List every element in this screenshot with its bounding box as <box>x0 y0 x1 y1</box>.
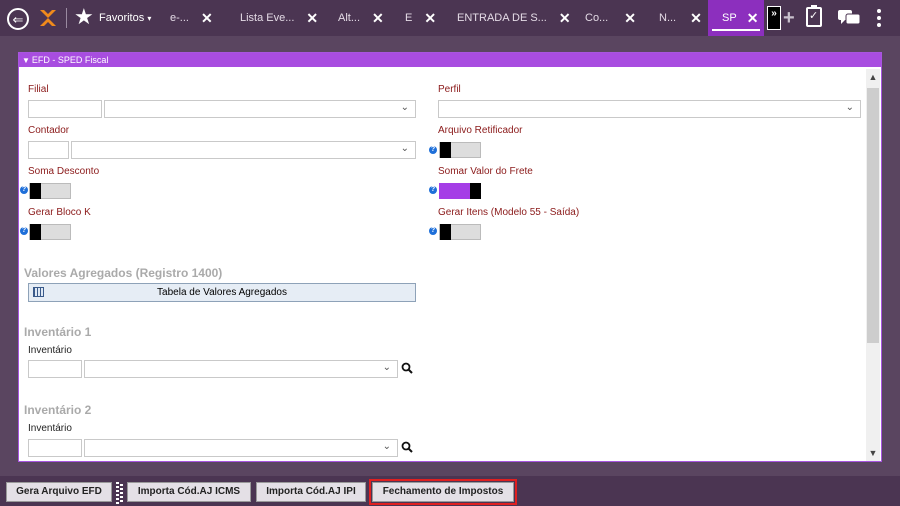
tab-label: Lista Eve... <box>240 12 295 24</box>
fechamento-impostos-button[interactable]: Fechamento de Impostos <box>369 479 517 505</box>
inventario1-label: Inventário <box>28 345 72 356</box>
close-icon[interactable]: ✕ <box>690 10 702 27</box>
favorites-menu[interactable]: Favoritos ▾ <box>99 12 151 24</box>
collapse-triangle-icon[interactable]: ▼ <box>22 54 30 68</box>
gerar-bloco-k-toggle[interactable] <box>29 224 71 240</box>
tab-active[interactable]: SP ✕ <box>708 0 764 36</box>
tab-3[interactable]: Alt... ✕ <box>338 0 384 36</box>
inventario2-title: Inventário 2 <box>24 403 92 417</box>
scroll-up-icon[interactable]: ▲ <box>866 72 880 82</box>
close-icon[interactable]: ✕ <box>624 10 636 27</box>
chevron-down-icon: ⌄ <box>400 102 409 113</box>
chevron-down-icon: ⌄ <box>400 143 409 154</box>
help-icon[interactable]: ? <box>429 227 437 235</box>
search-icon[interactable] <box>401 441 413 453</box>
tab-6[interactable]: Co... ✕ <box>585 0 636 36</box>
close-icon[interactable]: ✕ <box>747 10 759 27</box>
close-icon[interactable]: ✕ <box>201 10 213 27</box>
panel-title: EFD - SPED Fiscal <box>31 55 109 65</box>
importa-icms-button[interactable]: Importa Cód.AJ ICMS <box>127 482 251 502</box>
chevron-down-icon: ⌄ <box>845 102 854 113</box>
tab-label: N... <box>659 12 677 24</box>
favorites-label: Favoritos <box>99 12 145 24</box>
somar-valor-frete-toggle[interactable] <box>439 183 481 199</box>
help-icon[interactable]: ? <box>429 186 437 194</box>
inventario1-code-input[interactable] <box>28 360 82 378</box>
close-icon[interactable]: ✕ <box>372 10 384 27</box>
filial-code-input[interactable] <box>28 100 102 118</box>
scrollbar-thumb[interactable] <box>867 88 879 343</box>
chat-icon[interactable] <box>838 10 860 26</box>
gera-arquivo-efd-button[interactable]: Gera Arquivo EFD <box>6 482 112 502</box>
inventario2-select[interactable]: ⌄ <box>84 439 398 457</box>
perfil-label: Perfil <box>438 84 461 95</box>
tabela-valores-label: Tabela de Valores Agregados <box>157 287 287 298</box>
add-tab-icon[interactable]: + <box>783 8 795 28</box>
importa-ipi-button[interactable]: Importa Cód.AJ IPI <box>256 482 366 502</box>
somar-valor-frete-label: Somar Valor do Frete <box>438 166 533 177</box>
close-icon[interactable]: ✕ <box>424 10 436 27</box>
inventario1-select[interactable]: ⌄ <box>84 360 398 378</box>
tab-4[interactable]: E ✕ <box>405 0 436 36</box>
search-icon[interactable] <box>401 362 413 374</box>
arquivo-retificador-label: Arquivo Retificador <box>438 125 523 136</box>
perfil-select[interactable]: ⌄ <box>438 100 861 118</box>
inventario2-label: Inventário <box>28 423 72 434</box>
tab-1[interactable]: e-... ✕ <box>170 0 213 36</box>
inventario1-title: Inventário 1 <box>24 325 92 339</box>
tab-2[interactable]: Lista Eve... ✕ <box>240 0 318 36</box>
help-icon[interactable]: ? <box>20 186 28 194</box>
bottom-toolbar: Gera Arquivo EFD Importa Cód.AJ ICMS Imp… <box>0 476 900 506</box>
tab-label: Co... <box>585 12 609 24</box>
tab-label: e-... <box>170 12 189 24</box>
star-icon[interactable]: ★ <box>74 5 94 29</box>
divider <box>66 8 67 28</box>
back-icon[interactable]: ⇐ <box>7 8 29 30</box>
contador-select[interactable]: ⌄ <box>71 141 416 159</box>
drag-handle-icon[interactable] <box>116 482 119 504</box>
clipboard-check-icon[interactable] <box>806 5 822 27</box>
close-icon[interactable]: ✕ <box>559 10 571 27</box>
drag-handle-icon[interactable] <box>120 482 123 504</box>
help-icon[interactable]: ? <box>429 146 437 154</box>
valores-agregados-title: Valores Agregados (Registro 1400) <box>24 266 223 280</box>
soma-desconto-label: Soma Desconto <box>28 166 100 177</box>
more-tabs-button[interactable]: » <box>767 6 781 30</box>
inventario2-code-input[interactable] <box>28 439 82 457</box>
chevron-down-icon: ⌄ <box>382 441 391 452</box>
arquivo-retificador-toggle[interactable] <box>439 142 481 158</box>
table-icon <box>33 287 44 297</box>
tab-7[interactable]: N... ✕ <box>659 0 702 36</box>
kebab-menu-icon[interactable] <box>876 6 882 30</box>
contador-code-input[interactable] <box>28 141 69 159</box>
tabela-valores-agregados-button[interactable]: Tabela de Valores Agregados <box>28 283 416 302</box>
tab-label: Alt... <box>338 12 361 24</box>
top-bar: ⇐ ★ Favoritos ▾ e-... ✕ Lista Eve... ✕ Alt… <box>0 0 900 36</box>
chevron-down-icon: ⌄ <box>382 362 391 373</box>
close-icon[interactable]: ✕ <box>306 10 318 27</box>
gerar-itens-toggle[interactable] <box>439 224 481 240</box>
soma-desconto-toggle[interactable] <box>29 183 71 199</box>
chevron-down-icon: ▾ <box>147 14 152 23</box>
scroll-down-icon[interactable]: ▼ <box>866 448 880 458</box>
gerar-bloco-k-label: Gerar Bloco K <box>28 207 91 218</box>
panel-header[interactable]: ▼ EFD - SPED Fiscal <box>19 53 881 67</box>
filial-label: Filial <box>28 84 49 95</box>
efd-panel: ▼ EFD - SPED Fiscal Filial ⌄ Contador ⌄ S… <box>18 52 882 462</box>
vertical-scrollbar[interactable]: ▲ ▼ <box>866 69 880 461</box>
app-logo-icon[interactable] <box>38 7 58 29</box>
contador-label: Contador <box>28 125 70 136</box>
filial-select[interactable]: ⌄ <box>104 100 416 118</box>
tab-label: E <box>405 12 413 24</box>
help-icon[interactable]: ? <box>20 227 28 235</box>
tab-5[interactable]: ENTRADA DE S... ✕ <box>457 0 571 36</box>
tab-label: SP <box>722 12 737 24</box>
tab-label: ENTRADA DE S... <box>457 12 547 24</box>
gerar-itens-label: Gerar Itens (Modelo 55 - Saída) <box>438 207 580 218</box>
